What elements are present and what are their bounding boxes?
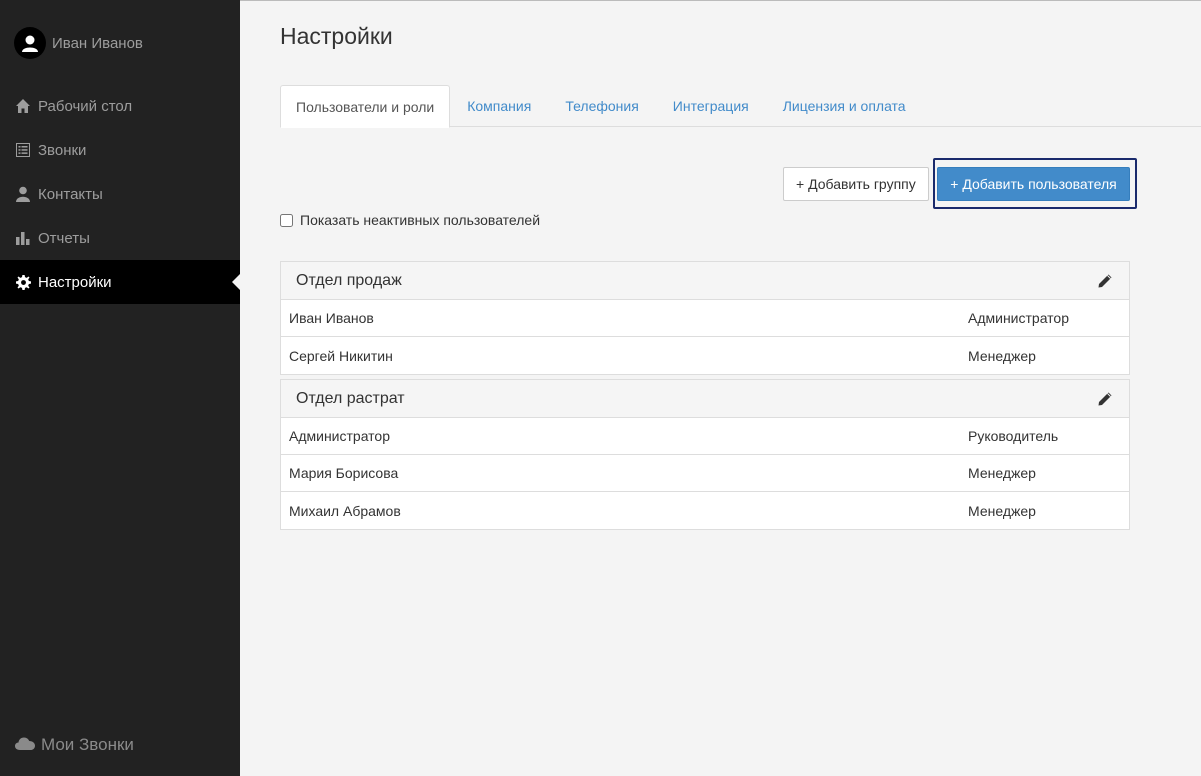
sidebar-item-settings[interactable]: Настройки [0, 260, 240, 304]
user-role-cell: Руководитель [968, 428, 1059, 444]
add-group-button[interactable]: + Добавить группу [783, 167, 929, 201]
sidebar-item-reports[interactable]: Отчеты [0, 216, 240, 260]
bar-chart-icon [15, 230, 31, 246]
sidebar-item-label: Рабочий стол [38, 97, 133, 115]
pencil-icon[interactable] [1096, 390, 1114, 408]
user-role-cell: Менеджер [968, 347, 1036, 364]
user-role-cell: Менеджер [968, 465, 1036, 481]
sidebar-item-label: Настройки [38, 273, 112, 291]
user-name-cell: Иван Иванов [289, 310, 374, 326]
sidebar-item-label: Звонки [38, 141, 87, 159]
tab-users-roles[interactable]: Пользователи и роли [280, 85, 451, 128]
user-avatar-icon [22, 35, 38, 52]
main-content: Настройки Пользователи и роли Компания Т… [240, 0, 1201, 776]
avatar [14, 27, 46, 59]
user-role-cell: Администратор [968, 310, 1070, 326]
show-inactive-filter[interactable]: Показать неактивных пользователей [280, 212, 540, 228]
pencil-icon[interactable] [1096, 272, 1114, 290]
user-name-cell: Михаил Абрамов [289, 502, 401, 519]
group-title: Отдел продаж [296, 271, 402, 289]
sidebar-item-calls[interactable]: Звонки [0, 128, 240, 172]
show-inactive-checkbox[interactable] [280, 213, 293, 227]
group-header: Отдел продаж [281, 262, 1129, 300]
user-name-cell: Сергей Никитин [289, 347, 393, 364]
gear-icon [15, 274, 31, 290]
sidebar-item-label: Отчеты [38, 229, 90, 247]
user-role-cell: Менеджер [968, 502, 1036, 519]
user-name: Иван Иванов [52, 34, 143, 52]
sidebar-item-contacts[interactable]: Контакты [0, 172, 240, 216]
tab-company[interactable]: Компания [450, 85, 548, 127]
show-inactive-label: Показать неактивных пользователей [300, 212, 541, 228]
brand-logo[interactable]: Мои Звонки [15, 735, 134, 755]
table-row[interactable]: Сергей Никитин Менеджер [281, 337, 1129, 374]
group-title: Отдел растрат [296, 389, 405, 407]
group-panel: Отдел продаж Иван Иванов Администратор С… [280, 261, 1130, 375]
table-row[interactable]: Иван Иванов Администратор [281, 300, 1129, 337]
cloud-icon [15, 735, 35, 755]
tab-license-payment[interactable]: Лицензия и оплата [766, 85, 923, 127]
home-icon [15, 98, 31, 114]
add-user-button[interactable]: + Добавить пользователя [937, 167, 1130, 201]
brand-name: Мои Звонки [41, 735, 134, 754]
sidebar-item-label: Контакты [38, 185, 103, 203]
sidebar: Иван Иванов Рабочий стол Звонки Контакты… [0, 0, 240, 776]
tab-telephony[interactable]: Телефония [548, 85, 655, 127]
user-name-cell: Мария Борисова [289, 465, 399, 481]
user-icon [15, 186, 31, 202]
group-panel: Отдел растрат Администратор Руководитель… [280, 379, 1130, 530]
sidebar-nav: Рабочий стол Звонки Контакты Отчеты Наст… [0, 84, 240, 304]
user-name-cell: Администратор [289, 428, 391, 444]
group-header: Отдел растрат [281, 380, 1129, 418]
user-profile[interactable]: Иван Иванов [14, 27, 143, 59]
list-icon [15, 142, 31, 158]
table-row[interactable]: Администратор Руководитель [281, 418, 1129, 455]
table-row[interactable]: Михаил Абрамов Менеджер [281, 492, 1129, 529]
table-row[interactable]: Мария Борисова Менеджер [281, 455, 1129, 492]
settings-tabs: Пользователи и роли Компания Телефония И… [280, 85, 1201, 128]
tab-integration[interactable]: Интеграция [656, 85, 766, 127]
sidebar-item-desktop[interactable]: Рабочий стол [0, 84, 240, 128]
page-title: Настройки [280, 23, 393, 49]
